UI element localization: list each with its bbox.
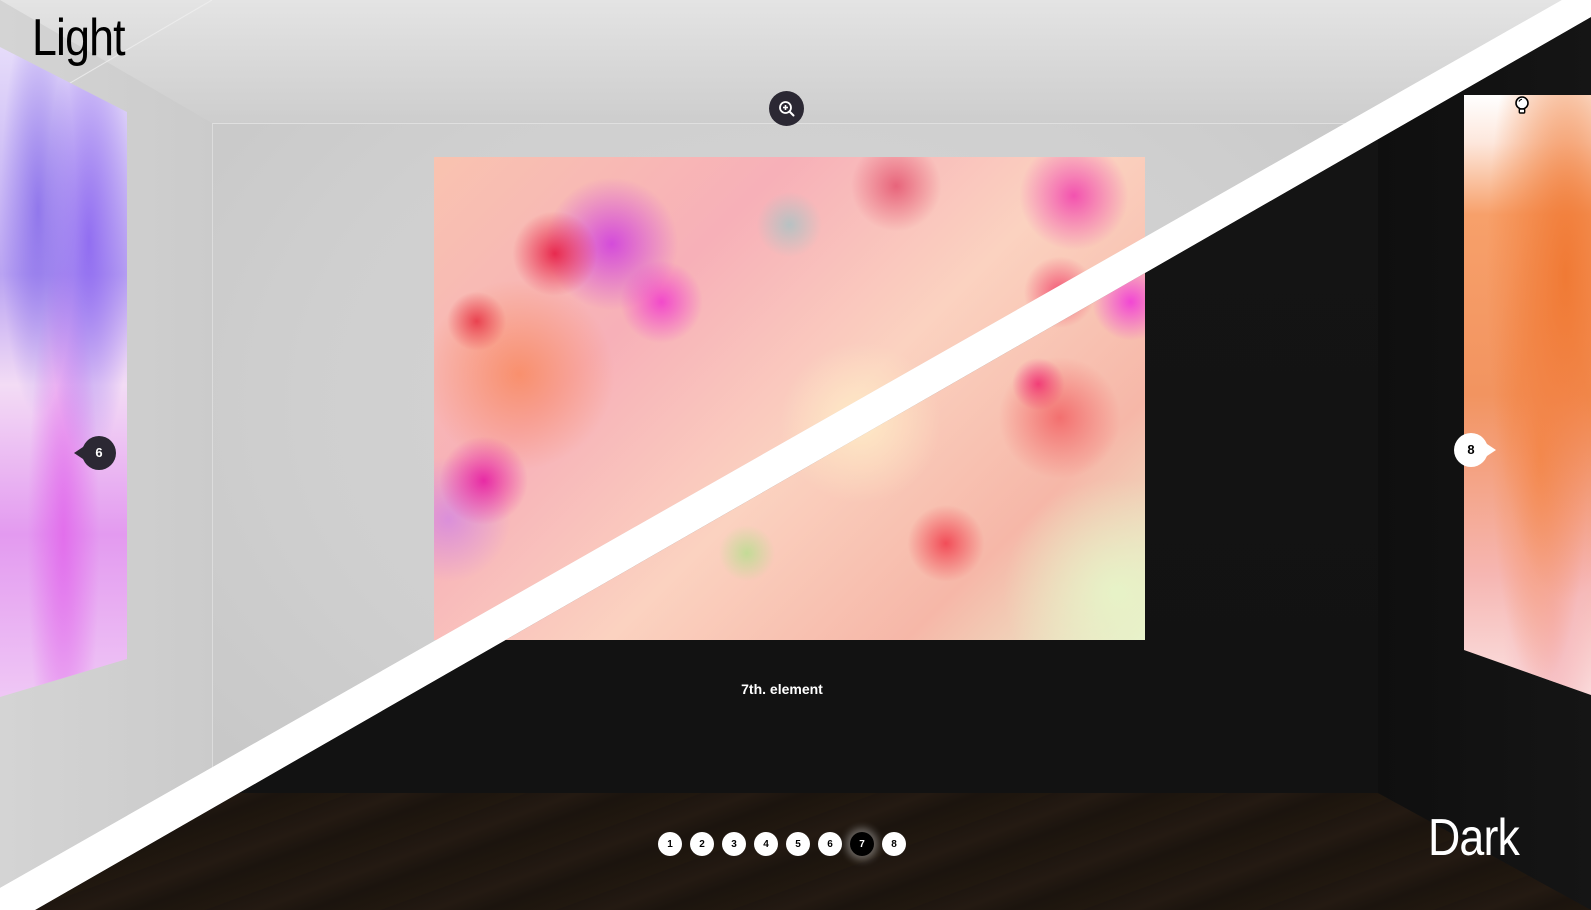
zoom-button[interactable] [769, 91, 804, 126]
pagination: 1 2 3 4 5 6 7 8 [658, 832, 906, 856]
page-dot-7-active[interactable]: 7 [850, 832, 874, 856]
page-dot-6[interactable]: 6 [818, 832, 842, 856]
lightbulb-icon [1515, 96, 1529, 114]
page-dot-2[interactable]: 2 [690, 832, 714, 856]
painting-caption: 7th. element [741, 681, 823, 697]
next-painting-button[interactable]: 8 [1454, 433, 1496, 467]
page-dot-4[interactable]: 4 [754, 832, 778, 856]
page-dot-8[interactable]: 8 [882, 832, 906, 856]
previous-painting-button[interactable]: 6 [74, 436, 116, 470]
dark-theme-label: Dark [1428, 809, 1520, 867]
light-theme-label: Light [32, 9, 126, 67]
page-dot-5[interactable]: 5 [786, 832, 810, 856]
page-dot-3[interactable]: 3 [722, 832, 746, 856]
zoom-in-icon [778, 100, 794, 116]
previous-painting[interactable] [0, 47, 127, 697]
previous-index: 6 [95, 445, 103, 460]
next-painting[interactable] [1464, 95, 1591, 695]
next-index: 8 [1467, 442, 1475, 457]
page-dot-1[interactable]: 1 [658, 832, 682, 856]
lightbulb-button[interactable] [1512, 95, 1532, 117]
